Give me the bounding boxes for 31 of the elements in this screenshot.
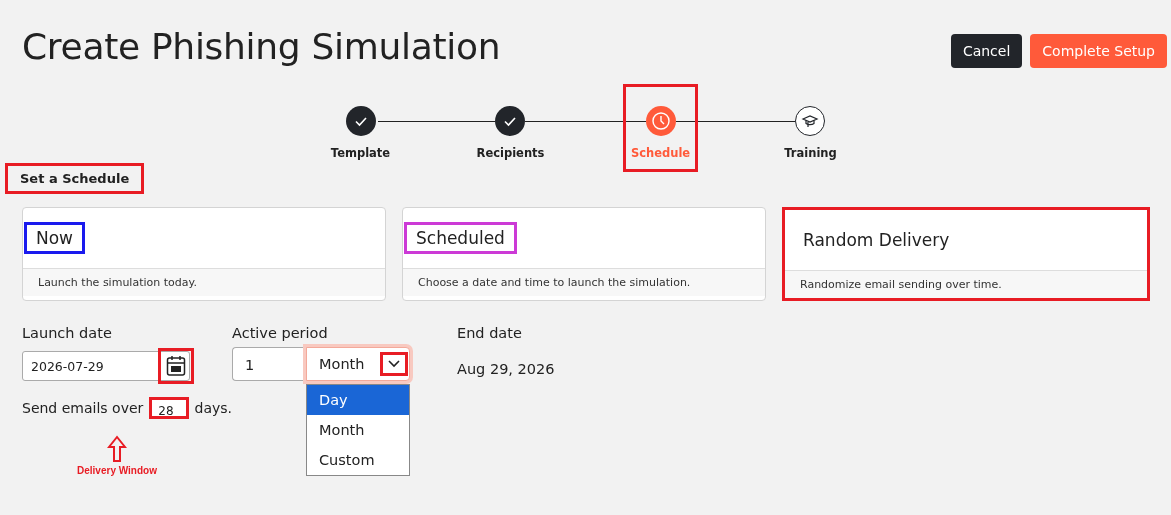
option-card[interactable]: Random Delivery Randomize email sending over time. [782,207,1150,301]
dropdown-option[interactable]: Month [307,415,409,445]
chevron-down-icon[interactable] [383,355,405,373]
option-title: Now [27,225,83,251]
option-card[interactable]: Scheduled Choose a date and time to launch the simulation. [402,207,766,301]
field-label: End date [457,325,523,341]
option-description: Randomize email sending over time. [785,271,1147,298]
unit-select[interactable]: Month [306,347,410,381]
option-description: Choose a date and time to launch the simulation. [403,269,765,296]
section-title: Set a Schedule [8,166,142,191]
days-label: days. [194,400,232,416]
end-date-value: Aug 29, 2026 [457,361,555,377]
send-emails-label: Send emails over [22,400,144,416]
field-label: Active period [232,325,329,341]
option-title: Random Delivery [802,229,951,252]
dropdown-option[interactable]: Day [307,385,409,415]
option-title: Scheduled [407,225,514,251]
cancel-button[interactable]: Cancel [950,34,1023,68]
step-label[interactable]: Template [330,146,391,160]
calendar-icon[interactable] [161,351,191,381]
number-field[interactable]: 1 [232,347,306,381]
option-description: Launch the simulation today. [23,269,385,296]
days-field[interactable]: 28 [149,397,189,419]
up-arrow-icon [107,435,127,463]
page-title: Create Phishing Simulation [22,26,501,67]
option-card[interactable]: Now Launch the simulation today. [22,207,386,301]
callout-label: Delivery Window [77,465,157,476]
step-label[interactable]: Training [784,146,837,160]
dropdown-option[interactable]: Custom [307,445,409,475]
field-label: Launch date [22,325,113,341]
step-label[interactable]: Recipients [476,146,545,160]
